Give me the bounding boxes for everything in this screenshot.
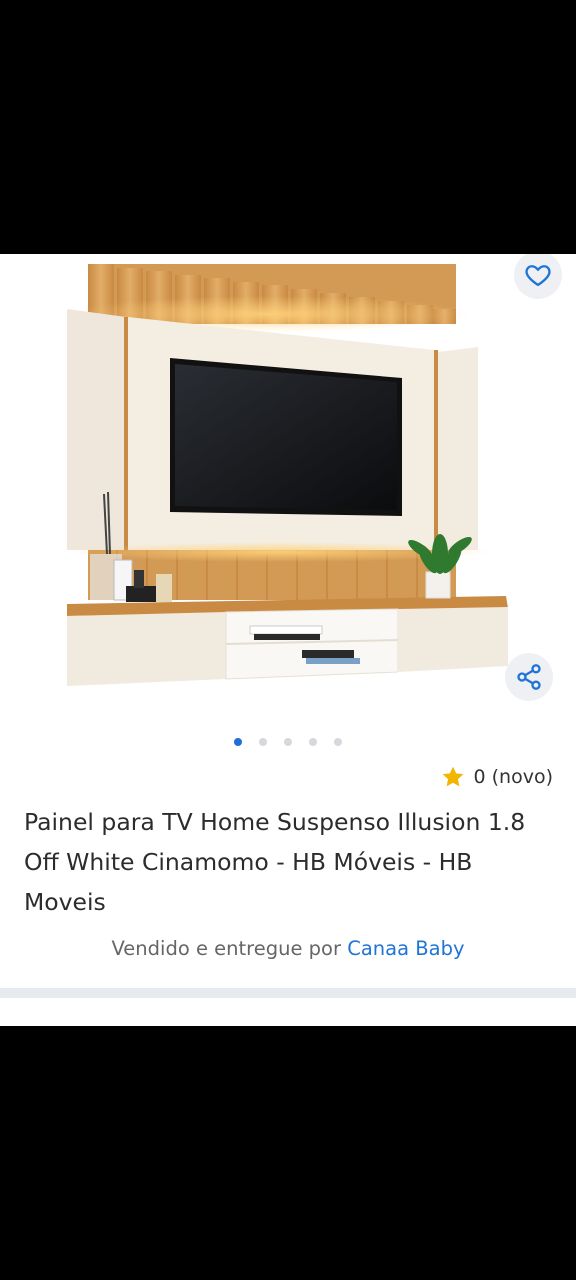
- rating-text: 0 (novo): [473, 766, 554, 788]
- share-icon: [517, 664, 541, 690]
- seller-link[interactable]: Canaa Baby: [347, 937, 464, 960]
- carousel-dot[interactable]: [334, 738, 342, 746]
- carousel-indicator: [0, 736, 576, 748]
- product-image[interactable]: [0, 254, 576, 724]
- seller-prefix: Vendido e entregue por: [111, 937, 342, 960]
- black-top-area: [0, 0, 576, 254]
- carousel-dot[interactable]: [309, 738, 317, 746]
- carousel-dot[interactable]: [259, 738, 267, 746]
- product-title: Painel para TV Home Suspenso Illusion 1.…: [24, 808, 526, 916]
- section-divider: [0, 988, 576, 998]
- heart-icon: [525, 265, 551, 287]
- rating[interactable]: 0 (novo): [440, 764, 554, 790]
- carousel-dot[interactable]: [234, 738, 242, 746]
- carousel-dot[interactable]: [284, 738, 292, 746]
- star-icon: [442, 766, 463, 787]
- seller-info: Vendido e entregue por Canaa Baby: [0, 937, 576, 960]
- share-button[interactable]: [505, 653, 553, 701]
- product-card: 0 (novo) Painel para TV Home Suspenso Il…: [0, 254, 576, 1026]
- black-bottom-area: [0, 1026, 576, 1280]
